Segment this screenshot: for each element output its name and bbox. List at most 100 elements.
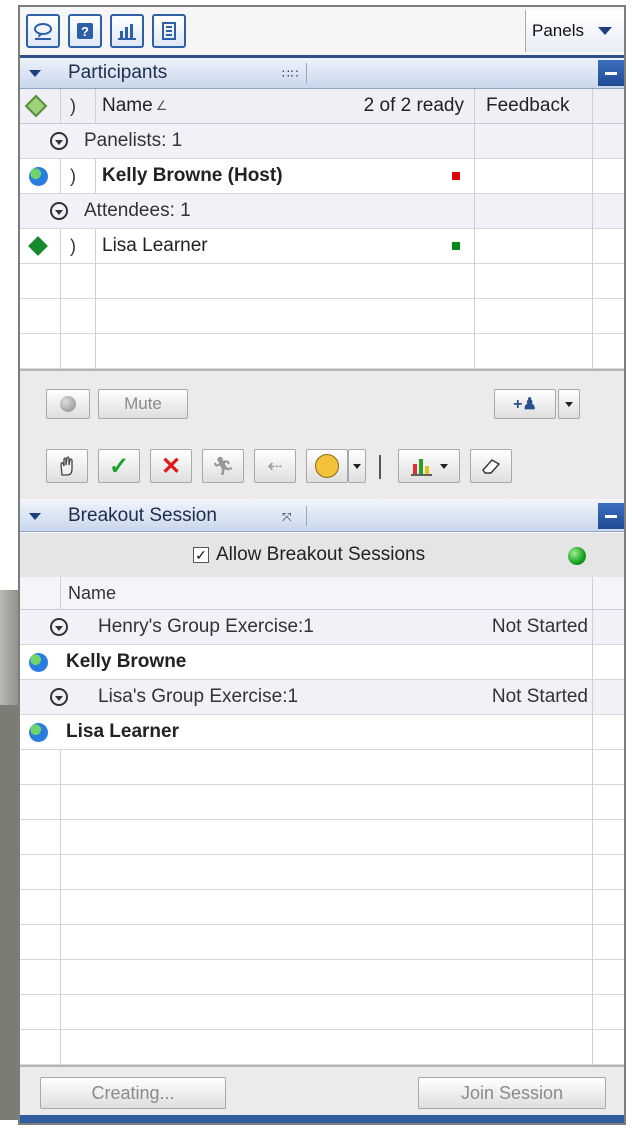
creating-button[interactable]: Creating... (40, 1077, 226, 1109)
column-divider (592, 577, 593, 1065)
group-status: Not Started (491, 616, 588, 637)
panels-dropdown[interactable]: Panels (525, 10, 624, 52)
participant-row[interactable]: ) Lisa Learner (20, 229, 624, 264)
divider (306, 506, 307, 526)
column-divider (60, 750, 61, 1065)
chat-bubble-icon[interactable] (26, 14, 60, 48)
mute-button[interactable]: Mute (98, 389, 188, 419)
expander-icon[interactable] (50, 680, 68, 714)
group-status: Not Started (491, 686, 588, 707)
go-slower-button[interactable]: ⇠ (254, 449, 296, 483)
collapse-participants-button[interactable] (20, 58, 50, 88)
add-participant-dropdown[interactable] (558, 389, 580, 419)
column-divider (95, 89, 96, 124)
empty-row (20, 334, 624, 369)
emoticon-dropdown[interactable] (348, 449, 366, 483)
minimize-participants-button[interactable] (598, 60, 624, 86)
empty-row (20, 1030, 624, 1065)
feedback-chart-button[interactable] (398, 449, 460, 483)
column-divider (95, 229, 96, 369)
breakout-member-row[interactable]: Lisa Learner (20, 715, 624, 750)
minus-icon (605, 71, 617, 75)
participant-controls: Mute +♟ ✓ ✕ 🏃︎ ⇠ (20, 369, 624, 499)
grip-icon[interactable]: ∷∷ (282, 67, 299, 81)
member-name: Lisa Learner (66, 721, 179, 742)
expand-icon[interactable]: ⤧ (282, 510, 293, 525)
group-row-attendees[interactable]: Attendees: 1 (20, 194, 624, 229)
meeting-panels-window: ? Panels Participants ∷∷ ) Name ∠ 2 of 2 … (18, 5, 626, 1125)
participants-header-row: ) Name ∠ 2 of 2 ready Feedback (20, 89, 624, 124)
name-column-header[interactable]: Name ∠ (102, 89, 302, 123)
chevron-down-icon (565, 401, 573, 407)
yes-button[interactable]: ✓ (98, 449, 140, 483)
empty-row (20, 995, 624, 1030)
presenter-globe-icon (29, 715, 48, 749)
add-user-icon: +♟ (513, 396, 537, 413)
mic-column-header[interactable]: ) (70, 89, 90, 123)
allow-breakout-checkbox[interactable]: ✓ (193, 547, 209, 563)
participant-row[interactable]: ) Kelly Browne (Host) (20, 159, 624, 194)
presenter-globe-icon (29, 159, 48, 193)
raise-hand-button[interactable] (46, 449, 88, 483)
breakout-header-row: Name (20, 577, 624, 610)
status-column-header[interactable] (24, 89, 58, 123)
expander-icon[interactable] (50, 610, 68, 644)
column-divider (60, 159, 61, 194)
smiley-icon (315, 454, 339, 478)
walker-icon: ⇠ (267, 455, 283, 476)
column-divider (95, 159, 96, 194)
runner-icon: 🏃︎ (211, 455, 235, 476)
minus-icon (605, 514, 617, 518)
mic-icon[interactable]: ) (70, 229, 76, 263)
participant-name: Lisa Learner (102, 235, 208, 256)
expander-icon[interactable] (50, 124, 68, 158)
empty-row (20, 299, 624, 334)
add-participant-button[interactable]: +♟ (494, 389, 556, 419)
breakout-group-row[interactable]: Henry's Group Exercise:1 Not Started (20, 610, 624, 645)
column-divider (60, 229, 61, 369)
empty-row (20, 925, 624, 960)
bar-chart-icon (411, 459, 432, 476)
chevron-down-icon (29, 69, 41, 77)
expander-icon[interactable] (50, 194, 68, 228)
status-dot-icon (568, 547, 586, 565)
chevron-down-icon (440, 463, 448, 469)
mic-icon[interactable]: ) (70, 159, 76, 193)
breakout-member-row[interactable]: Kelly Browne (20, 645, 624, 680)
column-divider (592, 89, 593, 369)
poll-chart-icon[interactable] (110, 14, 144, 48)
group-label: Attendees: 1 (84, 200, 191, 221)
top-toolbar: ? Panels (20, 7, 624, 58)
group-label: Henry's Group Exercise:1 (98, 616, 314, 637)
sort-icon: ∠ (155, 98, 168, 113)
attendee-diamond-icon (28, 229, 48, 263)
empty-row (20, 890, 624, 925)
feedback-column-header[interactable]: Feedback (482, 89, 598, 123)
participants-title: Participants (68, 62, 168, 83)
group-row-panelists[interactable]: Panelists: 1 (20, 124, 624, 159)
panels-label: Panels (532, 21, 584, 40)
emoticon-button[interactable] (306, 449, 348, 483)
go-faster-button[interactable]: 🏃︎ (202, 449, 244, 483)
breakout-list: Name Henry's Group Exercise:1 Not Starte… (20, 577, 624, 1065)
name-column-header[interactable]: Name (68, 577, 116, 609)
clear-feedback-button[interactable] (470, 449, 512, 483)
status-diamond-icon (24, 94, 48, 118)
help-icon[interactable]: ? (68, 14, 102, 48)
empty-row (20, 750, 624, 785)
eraser-icon (482, 459, 501, 474)
minimize-breakout-button[interactable] (598, 503, 624, 529)
empty-row (20, 264, 624, 299)
no-button[interactable]: ✕ (150, 449, 192, 483)
collapse-breakout-button[interactable] (20, 501, 50, 531)
join-session-button[interactable]: Join Session (418, 1077, 606, 1109)
notes-list-icon[interactable] (152, 14, 186, 48)
divider (379, 455, 381, 479)
breakout-group-row[interactable]: Lisa's Group Exercise:1 Not Started (20, 680, 624, 715)
allow-breakout-bar: ✓ Allow Breakout Sessions (20, 533, 624, 578)
participant-name: Kelly Browne (Host) (102, 165, 283, 186)
empty-row (20, 960, 624, 995)
presenter-globe-icon (29, 645, 48, 679)
record-dot-button[interactable] (46, 389, 90, 419)
ready-count: 2 of 2 ready (363, 95, 464, 116)
